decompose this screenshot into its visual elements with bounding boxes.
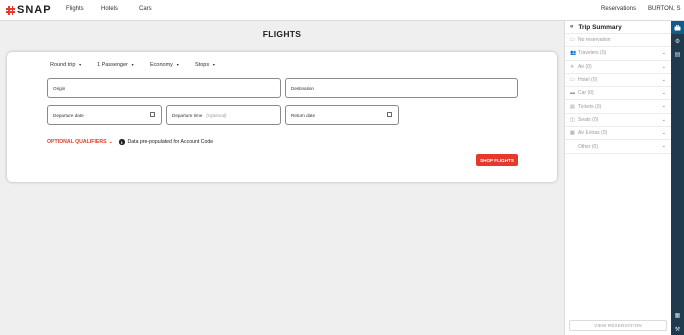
origin-input[interactable]: Origin <box>47 78 281 98</box>
trip-summary-row-label: Seats (0) <box>578 116 599 123</box>
reservation-icon: ▭ <box>570 37 575 44</box>
rail-settings-button[interactable]: ⚙ <box>671 35 684 47</box>
stops-dropdown[interactable]: Stops ▼ <box>195 62 216 68</box>
car-icon: ▬ <box>570 90 575 97</box>
trip-summary-header: « Trip Summary <box>565 21 671 34</box>
trip-summary-tab[interactable] <box>671 21 684 34</box>
trip-summary-panel: « Trip Summary ▭ No reservation 👥 Travele… <box>564 21 671 335</box>
trip-summary-row-label: Car (0) <box>578 90 594 97</box>
caret-down-icon: ▼ <box>175 63 180 67</box>
flight-search-area: FLIGHTS Round trip ▼ 1 Passenger ▼ Econo… <box>0 21 564 335</box>
shop-flights-button[interactable]: SHOP FLIGHTS <box>476 154 518 166</box>
snap-logo[interactable]: SNAP <box>6 3 52 17</box>
optional-hint: (Optional) <box>206 112 227 118</box>
passengers-dropdown[interactable]: 1 Passenger ▼ <box>97 62 134 68</box>
flight-search-card: Round trip ▼ 1 Passenger ▼ Economy ▼ Sto… <box>7 52 557 182</box>
trip-summary-row-label: Air Extras (0) <box>578 130 608 137</box>
trip-summary-title: Trip Summary <box>578 23 622 31</box>
destination-placeholder: Destination <box>291 85 314 91</box>
chevron-down-icon: ⌄ <box>661 116 666 123</box>
chevron-down-icon: ⌄ <box>661 90 666 97</box>
nav-flights[interactable]: Flights <box>66 6 84 12</box>
passengers-value: 1 Passenger <box>97 62 128 68</box>
departure-date-placeholder: Departure date <box>53 112 84 118</box>
trip-summary-row[interactable]: Other (0) ⌄ <box>565 140 671 154</box>
chevron-down-icon: ⌄ <box>661 130 666 137</box>
calendar-icon[interactable] <box>150 112 155 117</box>
collapse-panel-icon[interactable]: « <box>570 24 573 30</box>
optional-qualifiers-toggle[interactable]: OPTIONAL QUALIFIERS ⌄ <box>47 139 113 145</box>
rail-calendar-button[interactable]: ▦ <box>671 309 684 321</box>
cabin-value: Economy <box>150 62 173 68</box>
trip-summary-row-label: Other (0) <box>578 143 599 150</box>
view-reservation-button[interactable]: VIEW RESERVATION <box>569 320 667 331</box>
trip-summary-row[interactable]: 👥 Travelers (0) ⌄ <box>565 47 671 61</box>
top-bar: SNAP Flights Hotels Cars Reservations BU… <box>0 0 684 21</box>
air-extras-icon: ▦ <box>570 130 575 137</box>
chevron-down-icon: ⌄ <box>661 50 666 57</box>
hotel-icon: ▭ <box>570 77 575 84</box>
no-reservation-text: No reservation <box>578 37 611 44</box>
departure-time-input[interactable]: Departure time (Optional) <box>166 105 281 125</box>
ticket-icon: ▤ <box>570 103 575 110</box>
nav-reservations[interactable]: Reservations <box>601 6 636 12</box>
optional-qualifiers-label: OPTIONAL QUALIFIERS <box>47 139 107 145</box>
trip-summary-row-label: Travelers (0) <box>578 50 607 57</box>
trip-summary-row[interactable]: ▬ Car (0) ⌄ <box>565 87 671 101</box>
trip-summary-row-label: Hotel (0) <box>578 77 598 84</box>
account-code-text: Data pre-populated for Account Code <box>127 139 214 145</box>
trip-summary-row[interactable]: ◫ Seats (0) ⌄ <box>565 114 671 128</box>
trip-summary-row-label: Air (0) <box>578 63 592 70</box>
stops-value: Stops <box>195 62 210 68</box>
rail-list-button[interactable]: ▤ <box>671 48 684 60</box>
suitcase-icon <box>674 24 681 30</box>
departure-date-input[interactable]: Departure date <box>47 105 162 125</box>
destination-input[interactable]: Destination <box>285 78 518 98</box>
trip-type-dropdown[interactable]: Round trip ▼ <box>50 62 82 68</box>
account-code-notice: i Data pre-populated for Account Code <box>119 139 213 145</box>
trip-summary-row[interactable]: ▤ Tickets (0) ⌄ <box>565 100 671 114</box>
rail-tools-button[interactable]: ⚒ <box>671 323 684 335</box>
trip-type-value: Round trip <box>50 62 76 68</box>
hash-logo-icon <box>6 5 15 15</box>
trip-summary-row[interactable]: ✈ Air (0) ⌄ <box>565 61 671 74</box>
chevron-down-icon: ⌄ <box>108 139 113 145</box>
seat-icon: ◫ <box>570 116 575 123</box>
caret-down-icon: ▼ <box>130 63 135 67</box>
right-tool-rail: ⚙ ▤ ▦ ⚒ <box>671 21 684 335</box>
no-reservation-row: ▭ No reservation <box>565 34 671 48</box>
calendar-icon[interactable] <box>387 112 392 117</box>
chevron-down-icon: ⌄ <box>661 143 666 150</box>
gear-icon: ⚙ <box>674 38 681 45</box>
chevron-down-icon: ⌄ <box>661 76 666 83</box>
info-icon: i <box>119 139 125 145</box>
cabin-dropdown[interactable]: Economy ▼ <box>150 62 179 68</box>
return-date-placeholder: Return date <box>291 112 316 118</box>
nav-cars[interactable]: Cars <box>139 6 152 12</box>
origin-placeholder: Origin <box>53 85 66 91</box>
user-menu[interactable]: BURTON, S <box>648 6 680 12</box>
chevron-down-icon: ⌄ <box>661 103 666 110</box>
trip-summary-row[interactable]: ▦ Air Extras (0) ⌄ <box>565 127 671 141</box>
calendar-icon: ▦ <box>674 312 681 319</box>
chevron-down-icon: ⌄ <box>661 63 666 70</box>
trip-summary-row[interactable]: ▭ Hotel (0) ⌄ <box>565 74 671 88</box>
return-date-input[interactable]: Return date <box>285 105 399 125</box>
nav-hotels[interactable]: Hotels <box>101 6 118 12</box>
page-title: FLIGHTS <box>262 29 302 39</box>
caret-down-icon: ▼ <box>212 63 216 67</box>
logo-text: SNAP <box>17 4 52 16</box>
plane-icon: ✈ <box>570 63 575 70</box>
trip-summary-row-label: Tickets (0) <box>578 103 602 110</box>
departure-time-placeholder: Departure time <box>172 112 203 118</box>
travelers-icon: 👥 <box>570 50 577 57</box>
list-icon: ▤ <box>674 51 681 58</box>
tools-icon: ⚒ <box>674 326 681 333</box>
caret-down-icon: ▼ <box>78 63 82 67</box>
